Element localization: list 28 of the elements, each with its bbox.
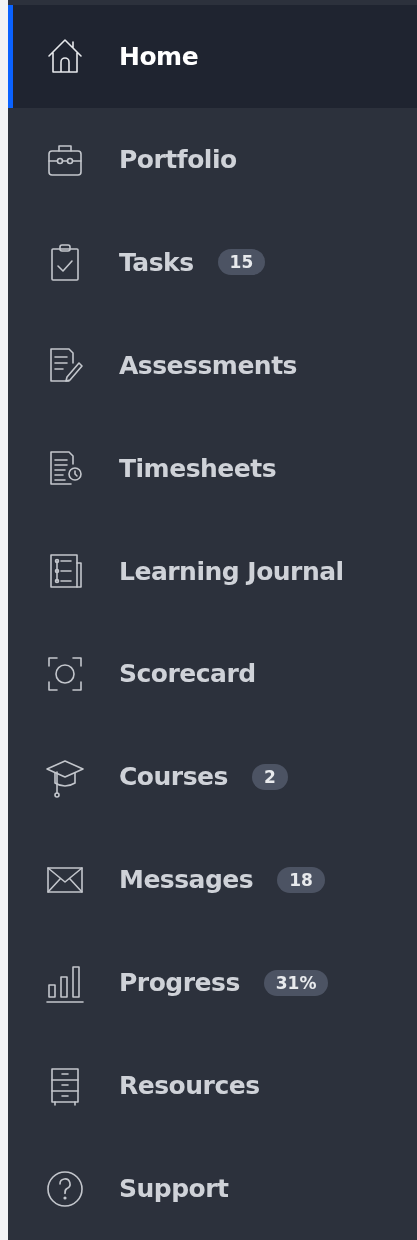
item-label: Tasks bbox=[119, 247, 194, 277]
item-label: Messages bbox=[119, 865, 254, 895]
sidebar-item[interactable]: Timesheets bbox=[8, 416, 417, 520]
item-label: Progress bbox=[119, 968, 240, 998]
sidebar-item[interactable]: Courses 2 bbox=[8, 725, 417, 829]
sidebar-item[interactable]: Home bbox=[8, 5, 417, 108]
count-badge: 31% bbox=[263, 969, 329, 996]
item-label: Timesheets bbox=[119, 453, 277, 483]
item-label: Portfolio bbox=[119, 144, 237, 174]
sidebar-item[interactable]: Progress 31% bbox=[8, 931, 417, 1035]
item-label: Home bbox=[119, 41, 199, 71]
count-badge: 15 bbox=[217, 249, 266, 276]
sidebar-item[interactable]: Assessments bbox=[8, 313, 417, 417]
count-badge: 18 bbox=[277, 866, 325, 893]
sidebar-item[interactable]: Tasks 15 bbox=[8, 210, 417, 314]
item-label: Resources bbox=[119, 1071, 260, 1101]
sidebar-item[interactable]: Messages 18 bbox=[8, 828, 417, 932]
item-label: Assessments bbox=[119, 350, 297, 380]
item-label: Courses bbox=[119, 762, 228, 792]
sidebar-item[interactable]: Support bbox=[8, 1137, 417, 1240]
sidebar-item[interactable]: Portfolio bbox=[8, 107, 417, 211]
item-label: Support bbox=[119, 1174, 229, 1204]
count-badge: 2 bbox=[251, 763, 288, 790]
item-label: Learning Journal bbox=[119, 556, 344, 586]
sidebar-item[interactable]: Scorecard bbox=[8, 622, 417, 726]
item-label: Scorecard bbox=[119, 659, 256, 689]
sidebar-item[interactable]: Resources bbox=[8, 1034, 417, 1138]
sidebar-item[interactable]: Learning Journal bbox=[8, 519, 417, 623]
